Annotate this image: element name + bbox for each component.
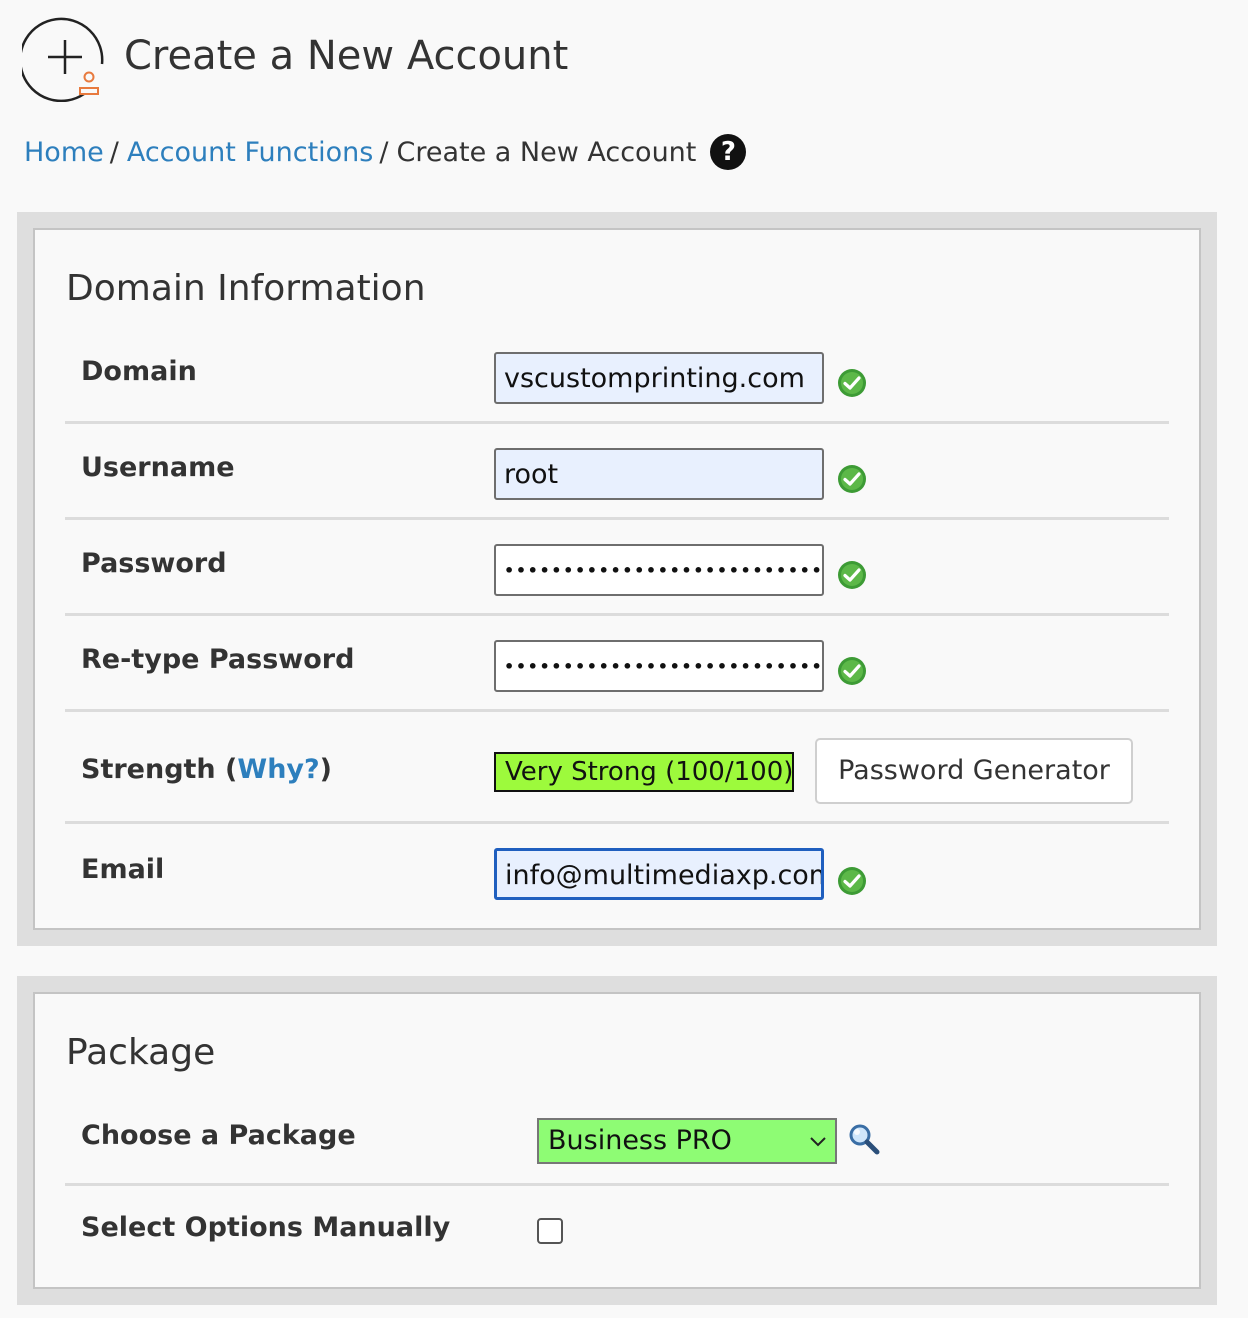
password-label: Password — [81, 548, 227, 579]
breadcrumb-current: Create a New Account — [396, 136, 697, 168]
domain-input[interactable]: vscustomprinting.com — [494, 352, 824, 404]
select-options-manually-checkbox[interactable] — [537, 1218, 563, 1244]
password-input[interactable]: •••••••••••••••••••••••••••••• — [494, 544, 824, 596]
green-check-icon — [838, 657, 866, 685]
question-circle-icon[interactable]: ? — [710, 134, 747, 170]
breadcrumb-account-functions-link[interactable]: Account Functions — [127, 137, 374, 168]
retype-password-label: Re-type Password — [81, 644, 355, 675]
page-title: Create a New Account — [124, 33, 569, 79]
domain-information-section: Domain Information Domain vscustomprinti… — [33, 228, 1201, 930]
form-row-email: Email info@multimediaxp.com — [65, 824, 1169, 928]
domain-information-panel: Domain Information Domain vscustomprinti… — [17, 212, 1217, 946]
package-section: Package Choose a Package Business PRO Se… — [33, 992, 1201, 1289]
breadcrumb-separator: / — [379, 136, 389, 168]
form-row-username: Username root — [65, 424, 1169, 520]
magnifier-icon[interactable] — [847, 1122, 881, 1156]
password-strength-meter: Very Strong (100/100) — [494, 752, 794, 792]
breadcrumb-separator: / — [109, 136, 119, 168]
strength-label-suffix: ) — [319, 754, 333, 785]
retype-password-input[interactable]: •••••••••••••••••••••••••••••• — [494, 640, 824, 692]
email-label: Email — [81, 854, 165, 885]
green-check-icon — [838, 369, 866, 397]
form-row-domain: Domain vscustomprinting.com — [65, 338, 1169, 424]
select-options-manually-label: Select Options Manually — [81, 1212, 451, 1243]
form-row-strength: Strength (Why?) Very Strong (100/100) Pa… — [65, 712, 1169, 824]
choose-package-label: Choose a Package — [81, 1120, 356, 1151]
package-select[interactable]: Business PRO — [537, 1118, 837, 1164]
form-row-retype-password: Re-type Password •••••••••••••••••••••••… — [65, 616, 1169, 712]
chevron-down-icon — [810, 1137, 826, 1147]
username-input[interactable]: root — [494, 448, 824, 500]
section-title-domain-information: Domain Information — [66, 268, 426, 309]
username-label: Username — [81, 452, 235, 483]
breadcrumb-home-link[interactable]: Home — [24, 137, 104, 168]
green-check-icon — [838, 867, 866, 895]
form-row-choose-package: Choose a Package Business PRO — [65, 1102, 1169, 1186]
strength-label: Strength (Why?) — [81, 754, 332, 785]
green-check-icon — [838, 561, 866, 589]
package-panel: Package Choose a Package Business PRO Se… — [17, 976, 1217, 1305]
add-account-icon — [22, 17, 104, 102]
strength-label-prefix: Strength ( — [81, 754, 238, 785]
email-input[interactable]: info@multimediaxp.com — [494, 848, 824, 900]
why-link[interactable]: Why? — [237, 754, 319, 785]
page-header: Create a New Account — [22, 16, 568, 102]
password-generator-button[interactable]: Password Generator — [815, 738, 1133, 804]
form-row-password: Password •••••••••••••••••••••••••••••• — [65, 520, 1169, 616]
form-row-select-options-manually: Select Options Manually — [65, 1186, 1169, 1286]
domain-label: Domain — [81, 356, 197, 387]
package-select-value: Business PRO — [548, 1125, 732, 1156]
green-check-icon — [838, 465, 866, 493]
section-title-package: Package — [66, 1032, 216, 1073]
breadcrumb: Home / Account Functions / Create a New … — [24, 134, 747, 170]
